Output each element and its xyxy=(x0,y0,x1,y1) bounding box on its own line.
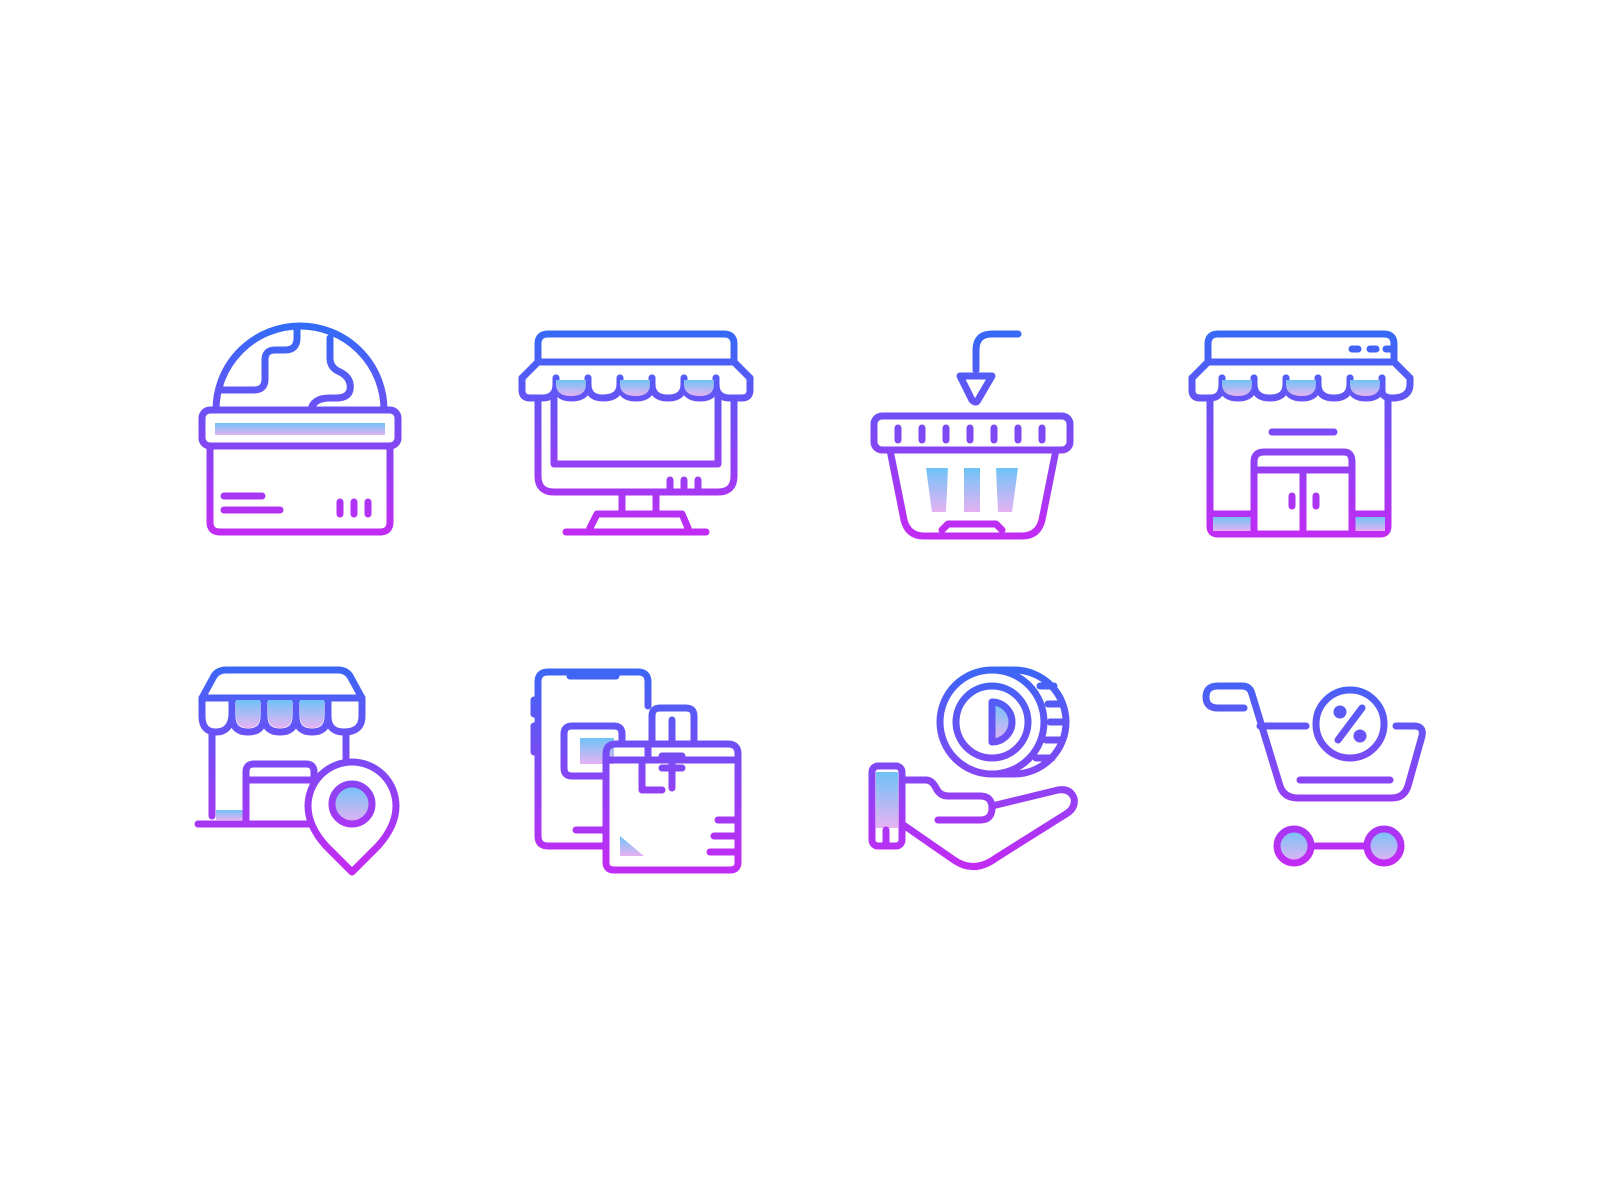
icon-set xyxy=(194,322,1426,876)
discount-cart-icon xyxy=(1202,682,1426,867)
globe-shop-icon xyxy=(198,322,402,536)
storefront-icon xyxy=(1188,330,1414,538)
store-location-icon xyxy=(194,666,400,876)
coin-payment-hand-icon xyxy=(868,666,1078,870)
mobile-shopping-bags-icon xyxy=(530,668,742,874)
online-store-monitor-icon xyxy=(518,330,754,536)
add-to-basket-icon xyxy=(870,330,1074,540)
icon-showcase xyxy=(0,0,1600,1200)
